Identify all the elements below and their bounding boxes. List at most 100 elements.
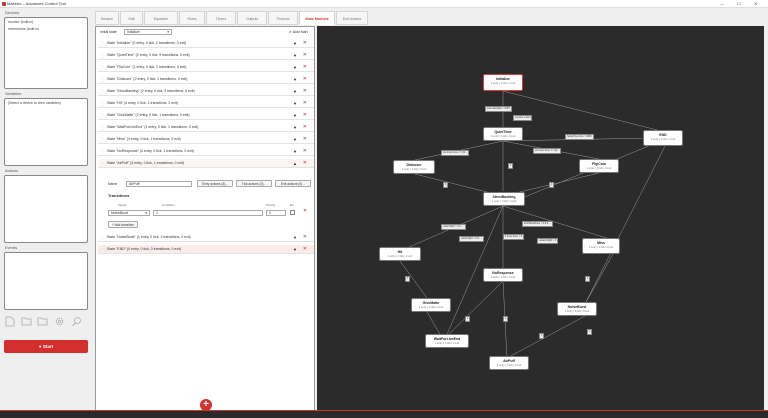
save-folder-icon[interactable]	[36, 316, 48, 328]
delete-state-icon[interactable]: ✕	[303, 147, 307, 156]
device-item[interactable]: metronome (built-in)	[5, 27, 87, 34]
expand-arrow-icon[interactable]: ▼	[293, 87, 297, 96]
delete-state-icon[interactable]: ✕	[303, 39, 307, 48]
graph-node-noresponse[interactable]: NoResponse 4 entry | 0 tick | 0 exit	[483, 268, 523, 282]
maximize-button[interactable]: ☐	[737, 0, 741, 8]
device-item[interactable]: monitor (built-in)	[5, 18, 87, 27]
expand-arrow-icon[interactable]: ▼	[293, 51, 297, 60]
graph-node-givematte[interactable]: GiveMatte 2 entry | 0 tick | 0 exit	[411, 298, 451, 312]
delete-state-icon[interactable]: ✕	[303, 159, 307, 168]
state-row[interactable]: ⋮⋮ State "Dinkuser" (2 entry, 0 tick, 1 t…	[98, 75, 314, 84]
state-row-label: State "NoResponse" (4 entry, 0 tick, 1 t…	[107, 149, 194, 153]
settings-gear-icon[interactable]	[53, 316, 65, 328]
exit-actions-button[interactable]: Exit actions (0)...	[275, 180, 311, 187]
actions-panel[interactable]	[4, 175, 88, 243]
entry-actions-button[interactable]: Entry actions (3)...	[197, 180, 233, 187]
expand-arrow-icon[interactable]: ▼	[293, 39, 297, 48]
delete-state-icon[interactable]: ✕	[303, 111, 307, 120]
status-bar	[0, 410, 768, 418]
transition-priority-input[interactable]: 0	[266, 210, 286, 216]
tab-rules[interactable]: Rules	[179, 11, 205, 25]
edge-label: outlet.flight < 0 & ...	[459, 236, 484, 242]
transition-condition-input[interactable]: 1	[153, 210, 263, 216]
minimize-button[interactable]: —	[720, 0, 724, 8]
delete-state-icon[interactable]: ✕	[303, 51, 307, 60]
edge-label: session.ended	[513, 115, 533, 121]
state-row[interactable]: ⋮⋮ State "NoiseBurst" (1 entry, 0 tick, 1…	[98, 233, 314, 242]
state-row[interactable]: ⋮⋮ State "Miss" (4 entry, 0 tick, 1 trans…	[98, 135, 314, 144]
state-row[interactable]: ⋮⋮ State "NoResponse" (4 entry, 0 tick, 1…	[98, 147, 314, 156]
expand-arrow-icon[interactable]: ▼	[293, 147, 297, 156]
transition-enabled-checkbox[interactable]	[290, 210, 295, 215]
state-row[interactable]: ⋮⋮ State "GiveMatte" (2 entry, 0 tick, 1 …	[98, 111, 314, 120]
graph-node-waitforliveend[interactable]: WaitForLiveEnd 1 entry | 0 tick | 0 exit	[425, 334, 469, 348]
graph-node-hit[interactable]: Hit 4 entry | 0 tick | 2 exit	[379, 247, 421, 261]
tab-edit[interactable]: Edit	[120, 11, 143, 25]
transition-target-select[interactable]: NoiseBurst ▾	[108, 210, 150, 216]
expand-arrow-icon[interactable]: ▼	[293, 245, 297, 254]
search-icon[interactable]	[70, 316, 82, 328]
expand-arrow-icon[interactable]: ▼	[293, 233, 297, 242]
state-editor-panel: Initial state Initialize ▾ ✔ Auto start …	[95, 26, 315, 412]
devices-list[interactable]: monitor (built-in) metronome (built-in)	[4, 17, 88, 89]
transition-target-value: NoiseBurst	[111, 211, 129, 215]
events-panel[interactable]	[4, 252, 88, 310]
delete-state-icon[interactable]: ✕	[303, 135, 307, 144]
state-row[interactable]: ⋮⋮ State "Initialize" (0 entry, 0 tick, 2…	[98, 39, 314, 48]
delete-state-icon[interactable]: ✕	[303, 87, 307, 96]
tab-outputs[interactable]: Outputs	[237, 11, 267, 25]
tab-timers[interactable]: Timers	[206, 11, 236, 25]
auto-start-checkbox[interactable]: ✔ Auto start	[289, 30, 308, 34]
state-name-input[interactable]: AirPuff	[126, 181, 192, 187]
state-row[interactable]: ⋮⋮ State "Hit" (4 entry, 0 tick, 1 transi…	[98, 99, 314, 108]
state-row-label: State "AirPuff" (3 entry, 0 tick, 1 tran…	[107, 161, 185, 165]
state-row-label: State "END" (0 entry, 0 tick, 0 transiti…	[107, 247, 182, 251]
expand-arrow-icon[interactable]: ▼	[293, 99, 297, 108]
delete-state-icon[interactable]: ✕	[303, 233, 307, 242]
state-row-expanded[interactable]: ⋮⋮ State "AirPuff" (3 entry, 0 tick, 1 tr…	[98, 159, 314, 168]
state-row[interactable]: ⋮⋮ State "END" (0 entry, 0 tick, 0 transi…	[98, 245, 314, 254]
graph-node-miss[interactable]: Miss 4 entry | 0 tick | 0 exit	[582, 238, 620, 254]
expand-arrow-icon[interactable]: ▼	[293, 111, 297, 120]
graph-node-quiettime[interactable]: QuietTime 2 entry | 0 tick | 0 exit	[483, 127, 523, 141]
graph-node-airpuff[interactable]: AirPuff 3 entry | 0 tick | 0 exit	[489, 356, 529, 370]
variables-panel[interactable]: (Select a device to view variables)	[4, 98, 88, 166]
graph-node-initialize[interactable]: Initialize 0 entry | 0 tick | 0 exit	[483, 74, 523, 91]
edge-label: NoiseTime.time > 3000	[565, 134, 594, 140]
tab-protocol[interactable]: Protocol	[268, 11, 298, 25]
state-row[interactable]: ⋮⋮ State "StrunBashing" (2 entry, 0 tick,…	[98, 87, 314, 96]
expand-arrow-icon[interactable]: ▼	[293, 75, 297, 84]
delete-state-icon[interactable]: ✕	[303, 99, 307, 108]
delete-transition-icon[interactable]: ✕	[303, 208, 307, 214]
graph-node-strunbashing[interactable]: StrunBashing 2 entry | 0 tick | 0 exit	[483, 192, 525, 206]
state-row[interactable]: ⋮⋮ State "WaitForLiveEnd" (1 entry, 0 tic…	[98, 123, 314, 132]
expand-arrow-icon[interactable]: ▼	[293, 123, 297, 132]
tab-equalizer[interactable]: Equalizer	[144, 11, 178, 25]
edge-label: trial.start(idle) = 1000	[485, 106, 512, 112]
state-graph-canvas[interactable]: trial.start(idle) = 1000 session.ended N…	[317, 26, 764, 412]
tab-session[interactable]: Session	[95, 11, 119, 25]
tab-end-actions[interactable]: End Actions	[336, 11, 368, 25]
delete-state-icon[interactable]: ✕	[303, 123, 307, 132]
graph-node-flipcoin[interactable]: FlipCoin 1 entry | 0 tick | 0 exit	[579, 159, 619, 173]
start-button[interactable]: ● Start	[4, 340, 88, 353]
close-window-button[interactable]: ✕	[754, 0, 757, 8]
graph-node-dinkuser[interactable]: Dinkuser 2 entry | 0 tick | 0 exit	[393, 160, 435, 174]
delete-state-icon[interactable]: ✕	[303, 75, 307, 84]
add-transition-button[interactable]: + Add transition	[108, 221, 138, 228]
tab-state-machine[interactable]: State Machine	[299, 11, 335, 25]
state-row[interactable]: ⋮⋮ State "QuietTime" (2 entry, 0 tick, 9 …	[98, 51, 314, 60]
tick-actions-button[interactable]: Tick actions (0)...	[236, 180, 272, 187]
initial-state-select[interactable]: Initialize ▾	[124, 29, 172, 35]
graph-node-end[interactable]: END 0 entry | 0 tick | 0 exit	[643, 130, 683, 146]
new-file-icon[interactable]	[4, 316, 16, 328]
open-folder-icon[interactable]	[20, 316, 32, 328]
expand-arrow-icon[interactable]: ▼	[293, 63, 297, 72]
delete-state-icon[interactable]: ✕	[303, 245, 307, 254]
expand-arrow-icon[interactable]: ▼	[293, 135, 297, 144]
edge-label: 1	[549, 182, 555, 188]
graph-node-noiseburst[interactable]: NoiseBurst 1 entry | 0 tick | 0 exit	[557, 302, 597, 316]
collapse-arrow-icon[interactable]: ▲	[293, 159, 297, 168]
delete-state-icon[interactable]: ✕	[303, 63, 307, 72]
state-row[interactable]: ⋮⋮ State "FlipCoin" (1 entry, 0 tick, 2 t…	[98, 63, 314, 72]
